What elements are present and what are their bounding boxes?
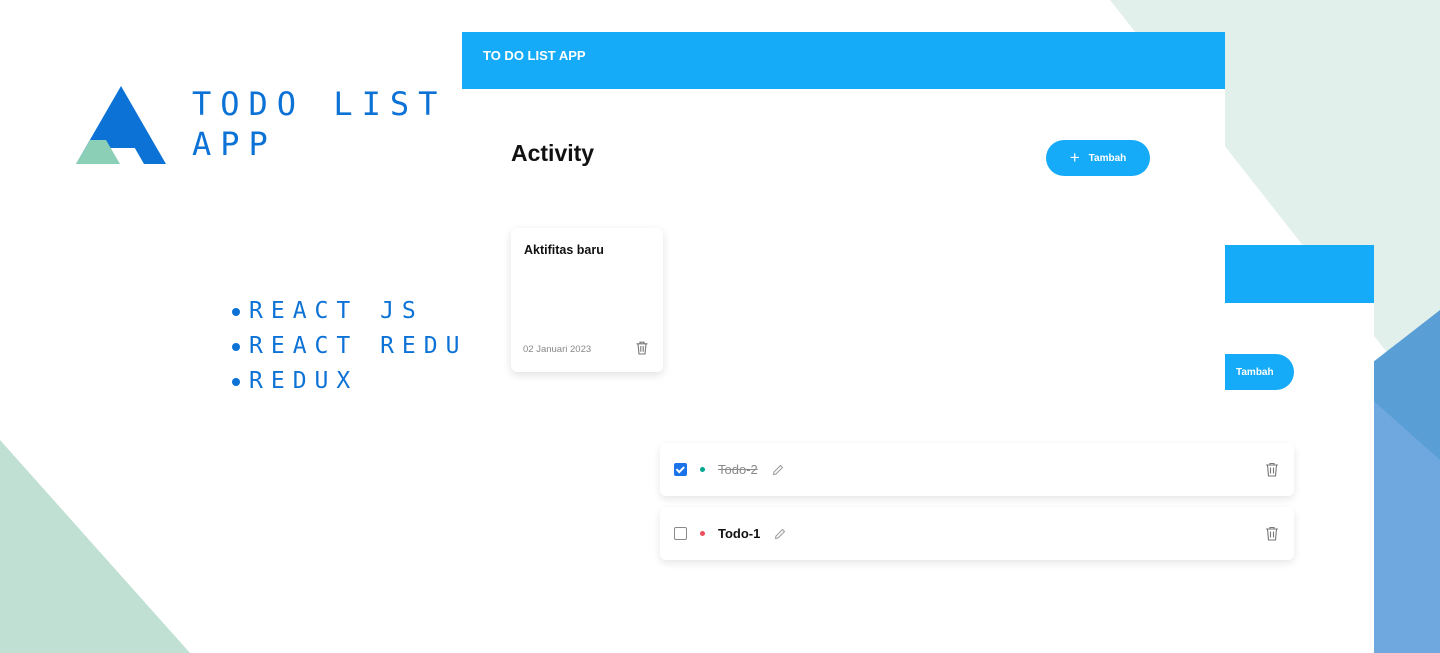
page-title: Activity — [511, 140, 595, 166]
priority-dot-icon — [700, 531, 705, 536]
todo-title: Todo-1 — [718, 526, 761, 541]
trash-icon[interactable] — [636, 341, 648, 355]
trash-icon[interactable] — [1265, 526, 1279, 541]
bullet-icon — [232, 307, 240, 316]
pencil-icon[interactable] — [774, 528, 786, 540]
todo-checkbox[interactable] — [674, 527, 687, 540]
activity-card-date: 02 Januari 2023 — [523, 344, 592, 355]
priority-dot-icon — [700, 467, 705, 472]
app-title: TODO LIST APP — [192, 85, 447, 163]
todo-item[interactable]: Todo-2 — [660, 443, 1294, 496]
app-header: TO DO LIST APP — [462, 32, 1225, 89]
activity-card-title: Aktifitas baru — [524, 243, 604, 257]
add-button-label: Tambah — [1088, 152, 1127, 164]
trash-icon[interactable] — [1265, 462, 1279, 477]
todo-title: Todo-2 — [718, 462, 758, 477]
pencil-icon[interactable] — [772, 464, 784, 476]
bullet-icon — [232, 342, 240, 351]
triangle-logo-icon — [76, 86, 166, 164]
detail-add-button[interactable]: Tambah — [1214, 354, 1294, 390]
background-mint-triangle — [0, 440, 190, 653]
detail-header — [1225, 245, 1374, 303]
todo-checkbox[interactable] — [674, 463, 687, 476]
brand-block: TODO LIST APP — [76, 84, 476, 174]
todo-item[interactable]: Todo-1 — [660, 507, 1294, 560]
activity-card[interactable]: Aktifitas baru 02 Januari 2023 — [511, 228, 663, 372]
bullet-icon — [232, 377, 240, 386]
tech-list: REACT JS REACT REDUX REDUX — [232, 294, 489, 399]
tech-item: REACT JS — [232, 294, 489, 329]
activity-dashboard-screen: TO DO LIST APP Activity + Tambah Aktifit… — [462, 32, 1225, 392]
add-activity-button[interactable]: + Tambah — [1046, 140, 1150, 176]
tech-item: REACT REDUX — [232, 329, 489, 364]
tech-item: REDUX — [232, 364, 489, 399]
header-title: TO DO LIST APP — [483, 48, 586, 63]
plus-icon: + — [1069, 147, 1080, 167]
